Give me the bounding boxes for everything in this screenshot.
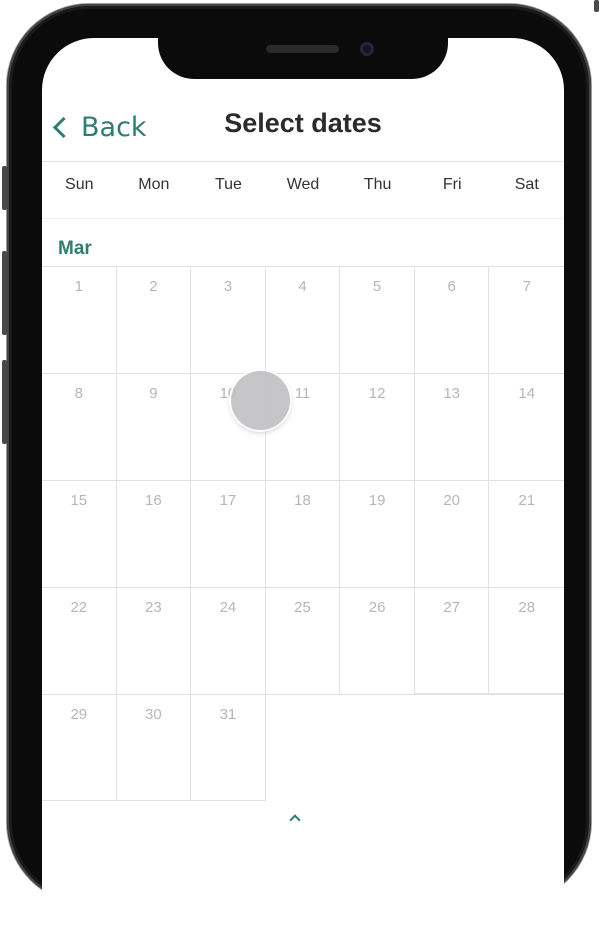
day-cell-4[interactable]: 4 — [265, 266, 341, 373]
calendar-week: 22 23 24 25 26 27 28 — [42, 587, 564, 694]
day-cell-9[interactable]: 9 — [116, 373, 192, 480]
calendar-grid: 1 2 3 4 5 6 7 8 9 10 11 12 13 14 15 16 1… — [42, 266, 564, 801]
day-cell-22[interactable]: 22 — [42, 587, 117, 694]
speaker-grille — [266, 45, 339, 53]
weekday-mon: Mon — [138, 176, 170, 193]
calendar-week: 1 2 3 4 5 6 7 — [42, 266, 564, 373]
day-cell-17[interactable]: 17 — [191, 480, 266, 587]
day-cell-30[interactable]: 30 — [116, 694, 192, 801]
day-cell-26[interactable]: 26 — [340, 587, 415, 694]
day-cell-18[interactable]: 18 — [265, 480, 341, 587]
day-cell-28[interactable]: 28 — [489, 587, 564, 694]
day-cell-7[interactable]: 7 — [489, 266, 564, 373]
side-button-volume-up — [2, 251, 7, 335]
day-cell-24[interactable]: 24 — [191, 587, 266, 694]
weekday-divider — [42, 218, 564, 219]
day-cell-1[interactable]: 1 — [42, 266, 117, 373]
side-button-power — [594, 0, 599, 12]
side-button-silent — [2, 166, 7, 210]
day-cell-16[interactable]: 16 — [116, 480, 192, 587]
day-cell-3[interactable]: 3 — [191, 266, 266, 373]
weekday-sun: Sun — [65, 176, 94, 193]
calendar-week: 29 30 31 — [42, 694, 564, 801]
day-cell-25[interactable]: 25 — [265, 587, 341, 694]
empty-cell — [489, 694, 564, 801]
day-cell-20[interactable]: 20 — [414, 480, 490, 587]
page-title: Select dates — [224, 108, 382, 138]
phone-notch — [158, 34, 448, 79]
month-label: Mar — [58, 238, 92, 259]
day-cell-27[interactable]: 27 — [414, 587, 490, 694]
front-camera — [360, 42, 374, 56]
day-cell-8[interactable]: 8 — [42, 373, 117, 480]
empty-cell — [414, 694, 490, 801]
day-cell-23[interactable]: 23 — [116, 587, 192, 694]
day-cell-31[interactable]: 31 — [191, 694, 266, 801]
calendar-week: 8 9 10 11 12 13 14 — [42, 373, 564, 480]
day-cell-13[interactable]: 13 — [414, 373, 490, 480]
day-cell-6[interactable]: 6 — [414, 266, 490, 373]
day-cell-21[interactable]: 21 — [489, 480, 564, 587]
day-cell-2[interactable]: 2 — [116, 266, 192, 373]
weekday-sat: Sat — [514, 176, 539, 193]
weekday-fri: Fri — [442, 176, 462, 193]
day-cell-19[interactable]: 19 — [340, 480, 415, 587]
weekday-tue: Tue — [214, 176, 242, 193]
touch-indicator — [231, 371, 290, 430]
calendar-week: 15 16 17 18 19 20 21 — [42, 480, 564, 587]
empty-cell — [340, 694, 415, 801]
empty-cell — [265, 694, 341, 801]
day-cell-12[interactable]: 12 — [340, 373, 415, 480]
side-button-volume-down — [2, 360, 7, 444]
day-cell-29[interactable]: 29 — [42, 694, 117, 801]
weekday-header: Sun Mon Tue Wed Thu Fri Sat — [42, 176, 564, 206]
day-cell-15[interactable]: 15 — [42, 480, 117, 587]
day-cell-14[interactable]: 14 — [489, 373, 564, 480]
day-cell-5[interactable]: 5 — [340, 266, 415, 373]
weekday-wed: Wed — [286, 176, 320, 193]
app-screen: Back Select dates Sun Mon Tue Wed Thu Fr… — [42, 38, 564, 938]
weekday-thu: Thu — [363, 176, 392, 193]
